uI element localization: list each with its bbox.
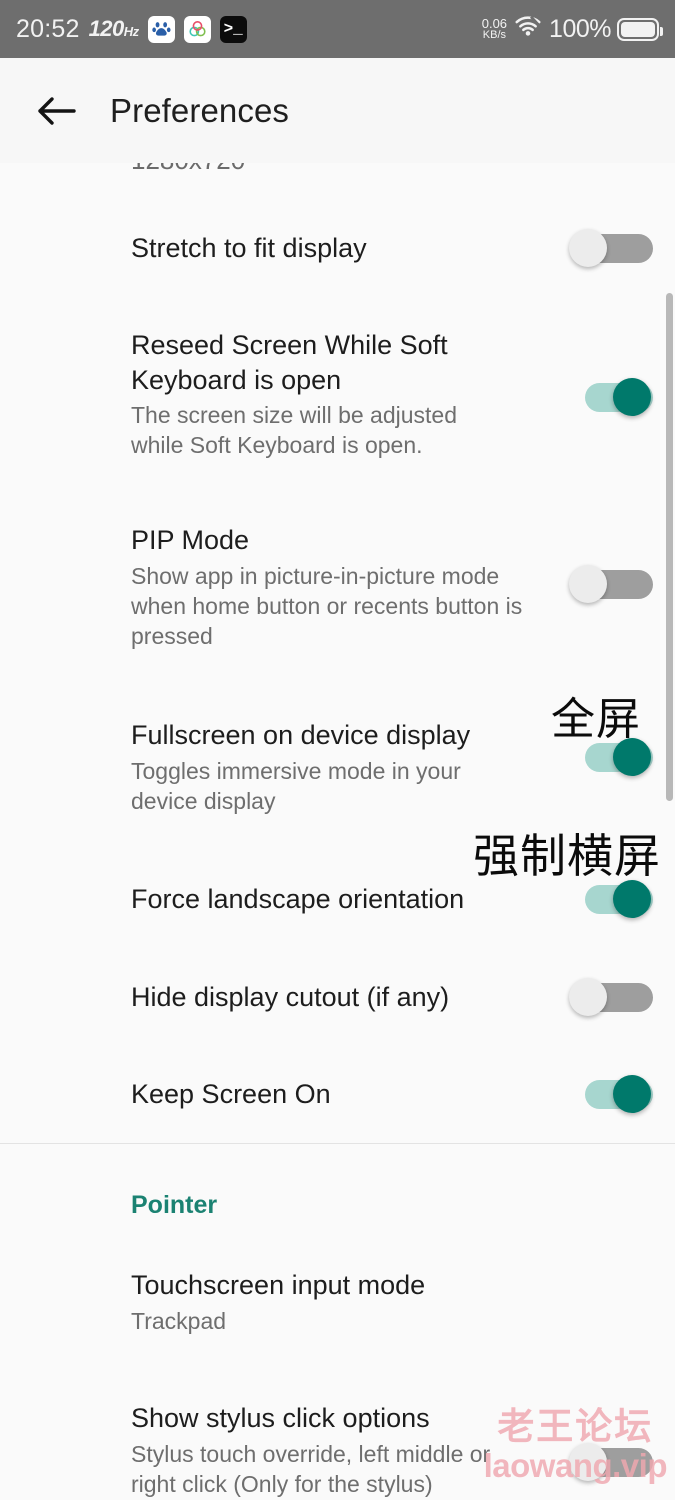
row-title: Hide display cutout (if any) (131, 982, 450, 1012)
row-subtitle: The screen size will be adjusted while S… (131, 402, 457, 459)
row-subtitle: Toggles immersive mode in your device di… (131, 757, 461, 814)
row-subtitle: Stylus touch override, left middle or ri… (131, 1440, 491, 1497)
row-text: Reseed Screen While Soft Keyboard is ope… (131, 328, 553, 461)
vertical-scrollbar[interactable] (666, 293, 673, 801)
row-keep-screen-on[interactable]: Keep Screen On (0, 1075, 675, 1113)
row-text: Keep Screen On (131, 1077, 553, 1112)
switch-thumb (569, 229, 607, 267)
refresh-rate-indicator: 120Hz (88, 16, 140, 41)
switch-show-stylus-click-options[interactable] (569, 1443, 653, 1481)
annotation-force-landscape: 强制横屏 (473, 829, 661, 883)
switch-thumb (613, 1075, 651, 1113)
row-title: Keep Screen On (131, 1079, 331, 1109)
app-screen: 20:52 120Hz >_ 0.06 KB/s 100% Preference… (0, 0, 675, 1500)
row-text: Touchscreen input mode Trackpad (131, 1268, 653, 1336)
switch-thumb (569, 565, 607, 603)
row-title: Force landscape orientation (131, 884, 465, 914)
row-hide-display-cutout[interactable]: Hide display cutout (if any) (0, 978, 675, 1016)
status-bar-left: 20:52 120Hz >_ (16, 15, 247, 44)
switch-hide-display-cutout[interactable] (569, 978, 653, 1016)
section-divider (0, 1143, 675, 1144)
switch-stretch-to-fit-display[interactable] (569, 229, 653, 267)
row-subtitle: Trackpad (131, 1307, 227, 1334)
row-force-landscape-orientation[interactable]: Force landscape orientation (0, 880, 675, 918)
section-heading-pointer: Pointer (131, 1191, 218, 1219)
switch-thumb (569, 978, 607, 1016)
wifi-icon (513, 15, 543, 44)
switch-keep-screen-on[interactable] (571, 1075, 653, 1113)
annotation-fullscreen: 全屏 (551, 694, 641, 745)
switch-force-landscape-orientation[interactable] (571, 880, 653, 918)
row-text: Fullscreen on device display Toggles imm… (131, 718, 553, 816)
switch-thumb (569, 1443, 607, 1481)
row-title: Reseed Screen While Soft Keyboard is ope… (131, 330, 448, 395)
baidu-icon (147, 15, 175, 43)
row-stretch-to-fit-display[interactable]: Stretch to fit display (0, 229, 675, 267)
status-bar: 20:52 120Hz >_ 0.06 KB/s 100% (0, 0, 675, 58)
row-text: Force landscape orientation (131, 882, 553, 917)
switch-pip-mode[interactable] (569, 565, 653, 603)
clipped-resolution-value: 1280x720 (0, 163, 675, 175)
switch-thumb (613, 378, 651, 416)
row-text: PIP Mode Show app in picture-in-picture … (131, 523, 553, 652)
row-text: Show stylus click options Stylus touch o… (131, 1401, 553, 1499)
status-bar-right: 0.06 KB/s 100% (481, 14, 663, 44)
row-text: Hide display cutout (if any) (131, 980, 553, 1015)
row-title: Fullscreen on device display (131, 720, 471, 750)
browser-icon (183, 15, 211, 43)
row-touchscreen-input-mode[interactable]: Touchscreen input mode Trackpad (0, 1268, 675, 1336)
page-title: Preferences (110, 91, 290, 129)
row-title: Touchscreen input mode (131, 1270, 426, 1300)
row-reseed-screen[interactable]: Reseed Screen While Soft Keyboard is ope… (0, 328, 675, 461)
row-show-stylus-click-options[interactable]: Show stylus click options Stylus touch o… (0, 1401, 675, 1499)
switch-reseed-screen[interactable] (571, 378, 653, 416)
row-title: PIP Mode (131, 525, 250, 555)
app-bar: Preferences (0, 58, 675, 163)
row-title: Show stylus click options (131, 1403, 430, 1433)
battery-full-icon (617, 17, 663, 41)
back-arrow-icon[interactable] (30, 85, 82, 137)
battery-percent: 100% (549, 14, 611, 43)
terminal-icon: >_ (219, 15, 247, 43)
status-time: 20:52 (16, 14, 80, 43)
row-subtitle: Show app in picture-in-picture mode when… (131, 562, 523, 650)
row-pip-mode[interactable]: PIP Mode Show app in picture-in-picture … (0, 523, 675, 652)
network-speed: 0.06 KB/s (481, 15, 508, 42)
row-text: Stretch to fit display (131, 231, 553, 266)
row-title: Stretch to fit display (131, 233, 367, 263)
